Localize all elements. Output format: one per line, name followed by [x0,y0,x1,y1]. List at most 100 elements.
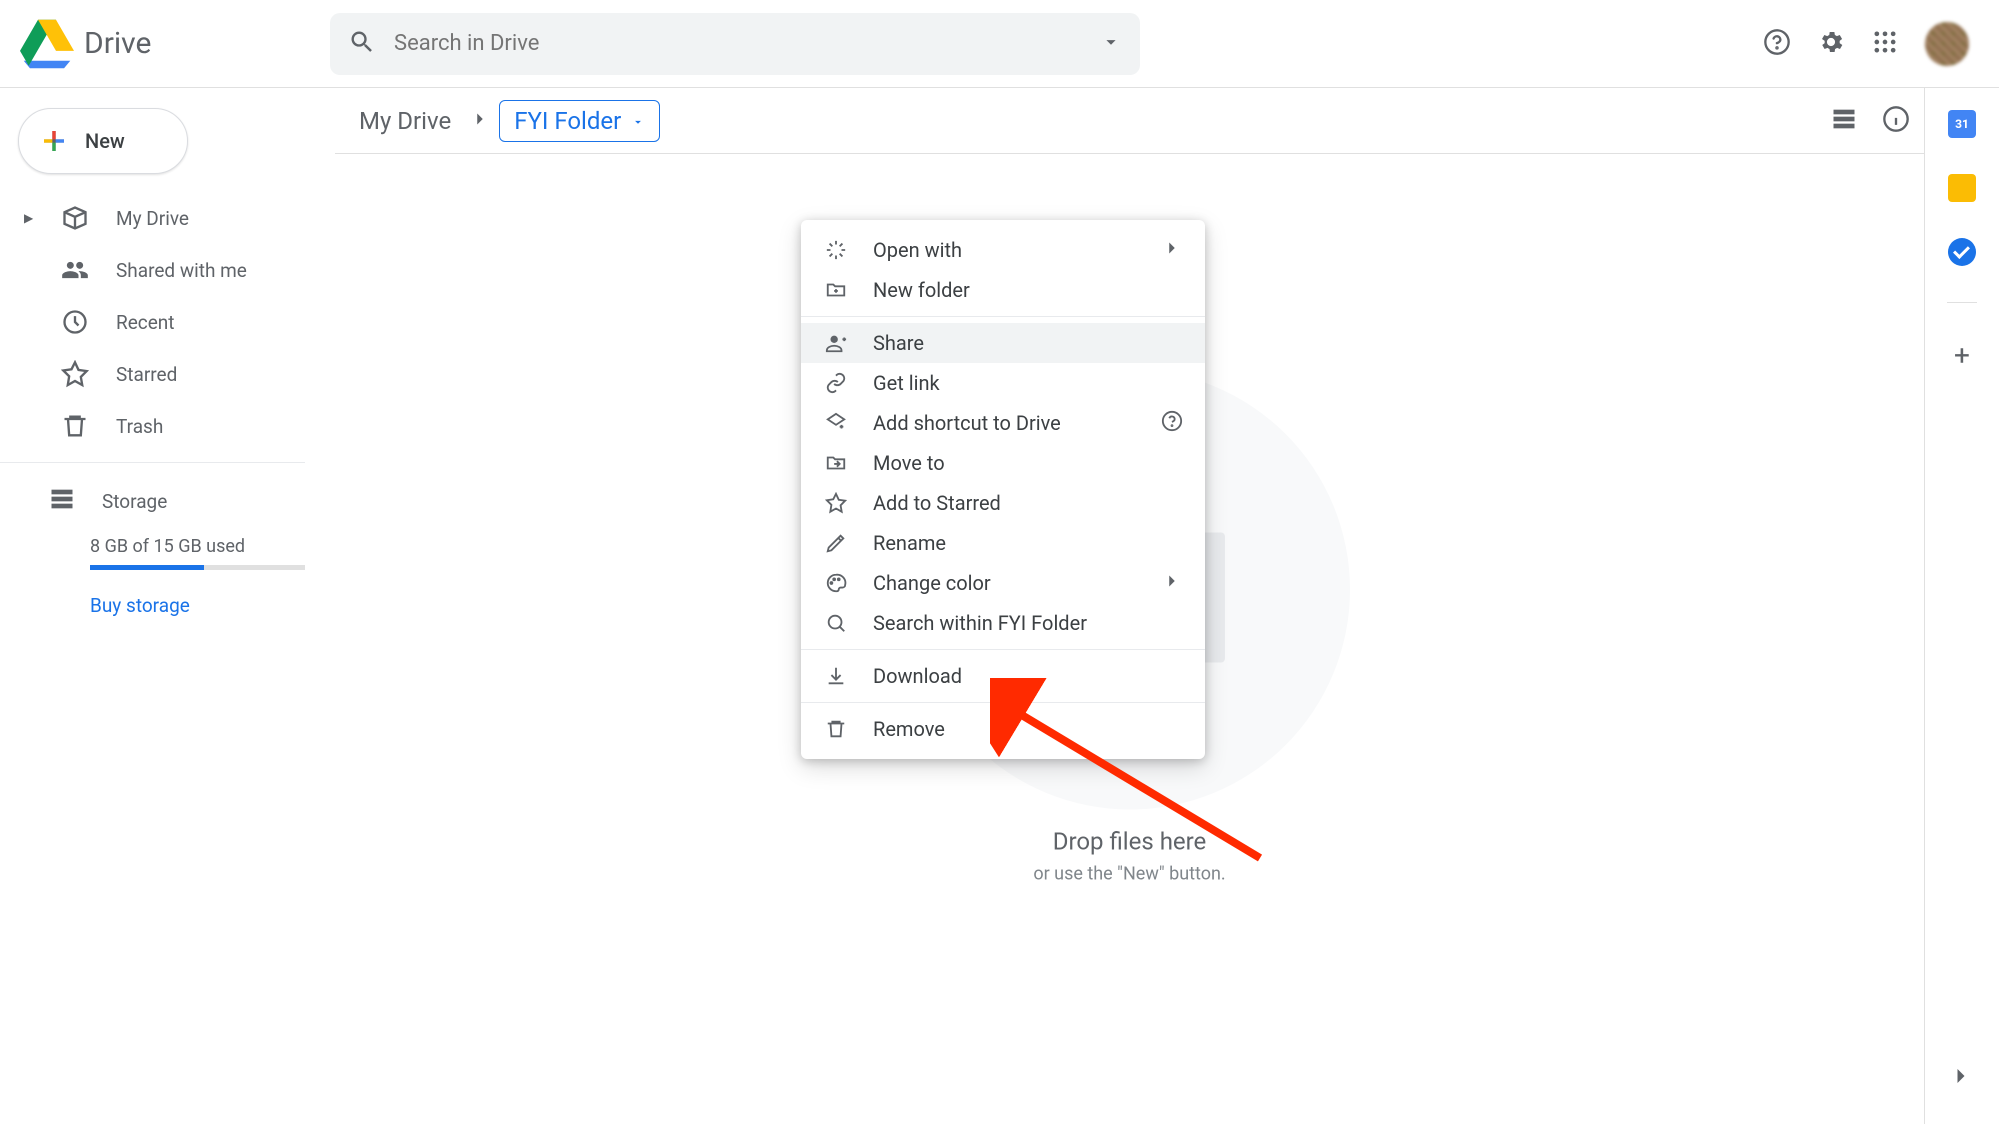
dropdown-caret-icon [631,107,645,135]
sidebar-item-label: My Drive [116,207,189,230]
sidebar-item-recent[interactable]: Recent [0,296,335,348]
search-icon [348,28,376,60]
logo-area[interactable]: Drive [20,17,330,71]
menu-item-label: Add to Starred [873,491,1001,515]
shortcut-icon [823,412,849,434]
menu-search-within[interactable]: Search within FYI Folder [801,603,1205,643]
menu-item-label: Open with [873,238,962,262]
menu-item-label: Get link [873,371,940,395]
help-circle-icon[interactable] [1161,410,1183,437]
star-outline-icon [823,492,849,514]
storage-icon [48,485,76,518]
tasks-app-icon[interactable] [1948,238,1976,266]
menu-item-label: Remove [873,717,945,741]
search-in-icon [823,612,849,634]
main-area: My Drive FYI Folder Drop files here or u… [335,88,1925,1124]
trash-outline-icon [823,718,849,740]
drive-icon [60,204,90,232]
menu-item-label: Download [873,664,962,688]
account-avatar[interactable] [1925,22,1969,66]
menu-item-label: Share [873,331,924,355]
sidebar-item-label: Trash [116,415,163,438]
palette-icon [823,572,849,594]
sidebar-item-starred[interactable]: Starred [0,348,335,400]
new-button[interactable]: New [18,108,188,174]
download-icon [823,665,849,687]
menu-item-label: Rename [873,531,946,555]
search-bar[interactable] [330,13,1140,75]
menu-add-starred[interactable]: Add to Starred [801,483,1205,523]
menu-download[interactable]: Download [801,656,1205,696]
menu-rename[interactable]: Rename [801,523,1205,563]
storage-progress-bar [90,565,305,570]
sidebar-item-storage[interactable]: Storage [48,473,335,530]
sidebar-item-my-drive[interactable]: ▶ My Drive [0,192,335,244]
menu-item-label: Add shortcut to Drive [873,411,1061,435]
open-with-icon [823,239,849,261]
sidebar-item-label: Starred [116,363,177,386]
menu-item-label: Move to [873,451,945,475]
person-add-icon [823,332,849,354]
side-panel: + [1925,88,1999,1124]
empty-state-subtitle: or use the "New" button. [910,863,1350,884]
app-title: Drive [84,26,151,61]
pencil-icon [823,532,849,554]
menu-open-with[interactable]: Open with [801,230,1205,270]
add-addon-icon[interactable]: + [1954,339,1970,372]
sidebar-item-label: Recent [116,311,175,334]
search-options-caret-icon[interactable] [1100,31,1122,57]
menu-share[interactable]: Share [801,323,1205,363]
submenu-chevron-icon [1161,237,1183,264]
sidebar-item-trash[interactable]: Trash [0,400,335,452]
menu-separator [801,649,1205,650]
calendar-app-icon[interactable] [1948,110,1976,138]
sidebar-separator [0,462,305,463]
sidebar: New ▶ My Drive Shared with me Recent Sta… [0,88,335,1124]
breadcrumb: My Drive FYI Folder [335,88,1924,154]
trash-icon [60,412,90,440]
keep-app-icon[interactable] [1948,174,1976,202]
menu-move-to[interactable]: Move to [801,443,1205,483]
breadcrumb-current-label: FYI Folder [514,107,621,135]
sidebar-item-label: Shared with me [116,259,247,282]
help-icon[interactable] [1763,28,1791,60]
menu-item-label: Search within FYI Folder [873,611,1087,635]
rail-separator [1947,302,1977,303]
clock-icon [60,308,90,336]
new-folder-icon [823,279,849,301]
move-icon [823,452,849,474]
storage-usage-text: 8 GB of 15 GB used [48,530,335,565]
plus-multicolor-icon [39,126,69,156]
apps-grid-icon[interactable] [1871,28,1899,60]
menu-new-folder[interactable]: New folder [801,270,1205,310]
storage-label-text: Storage [102,490,167,513]
menu-remove[interactable]: Remove [801,709,1205,749]
new-button-label: New [85,129,125,153]
drive-logo-icon [20,17,74,71]
settings-gear-icon[interactable] [1817,28,1845,60]
hide-panel-chevron-icon[interactable] [1947,1062,1975,1094]
menu-get-link[interactable]: Get link [801,363,1205,403]
buy-storage-link[interactable]: Buy storage [90,594,335,617]
expand-arrow-icon[interactable]: ▶ [24,211,34,225]
menu-item-label: Change color [873,571,991,595]
search-input[interactable] [394,31,1100,56]
submenu-chevron-icon [1161,570,1183,597]
star-icon [60,360,90,388]
empty-state-title: Drop files here [910,827,1350,855]
sidebar-item-shared[interactable]: Shared with me [0,244,335,296]
header-tools [1763,22,1979,66]
info-icon[interactable] [1882,105,1910,137]
chevron-right-icon [461,108,499,134]
menu-change-color[interactable]: Change color [801,563,1205,603]
breadcrumb-root[interactable]: My Drive [349,101,461,141]
folder-context-menu: Open with New folder Share Get link Add … [801,220,1205,759]
link-icon [823,372,849,394]
menu-add-shortcut[interactable]: Add shortcut to Drive [801,403,1205,443]
menu-item-label: New folder [873,278,970,302]
shared-icon [60,256,90,284]
menu-separator [801,702,1205,703]
list-view-icon[interactable] [1830,105,1858,137]
header: Drive [0,0,1999,88]
breadcrumb-current[interactable]: FYI Folder [499,100,660,142]
